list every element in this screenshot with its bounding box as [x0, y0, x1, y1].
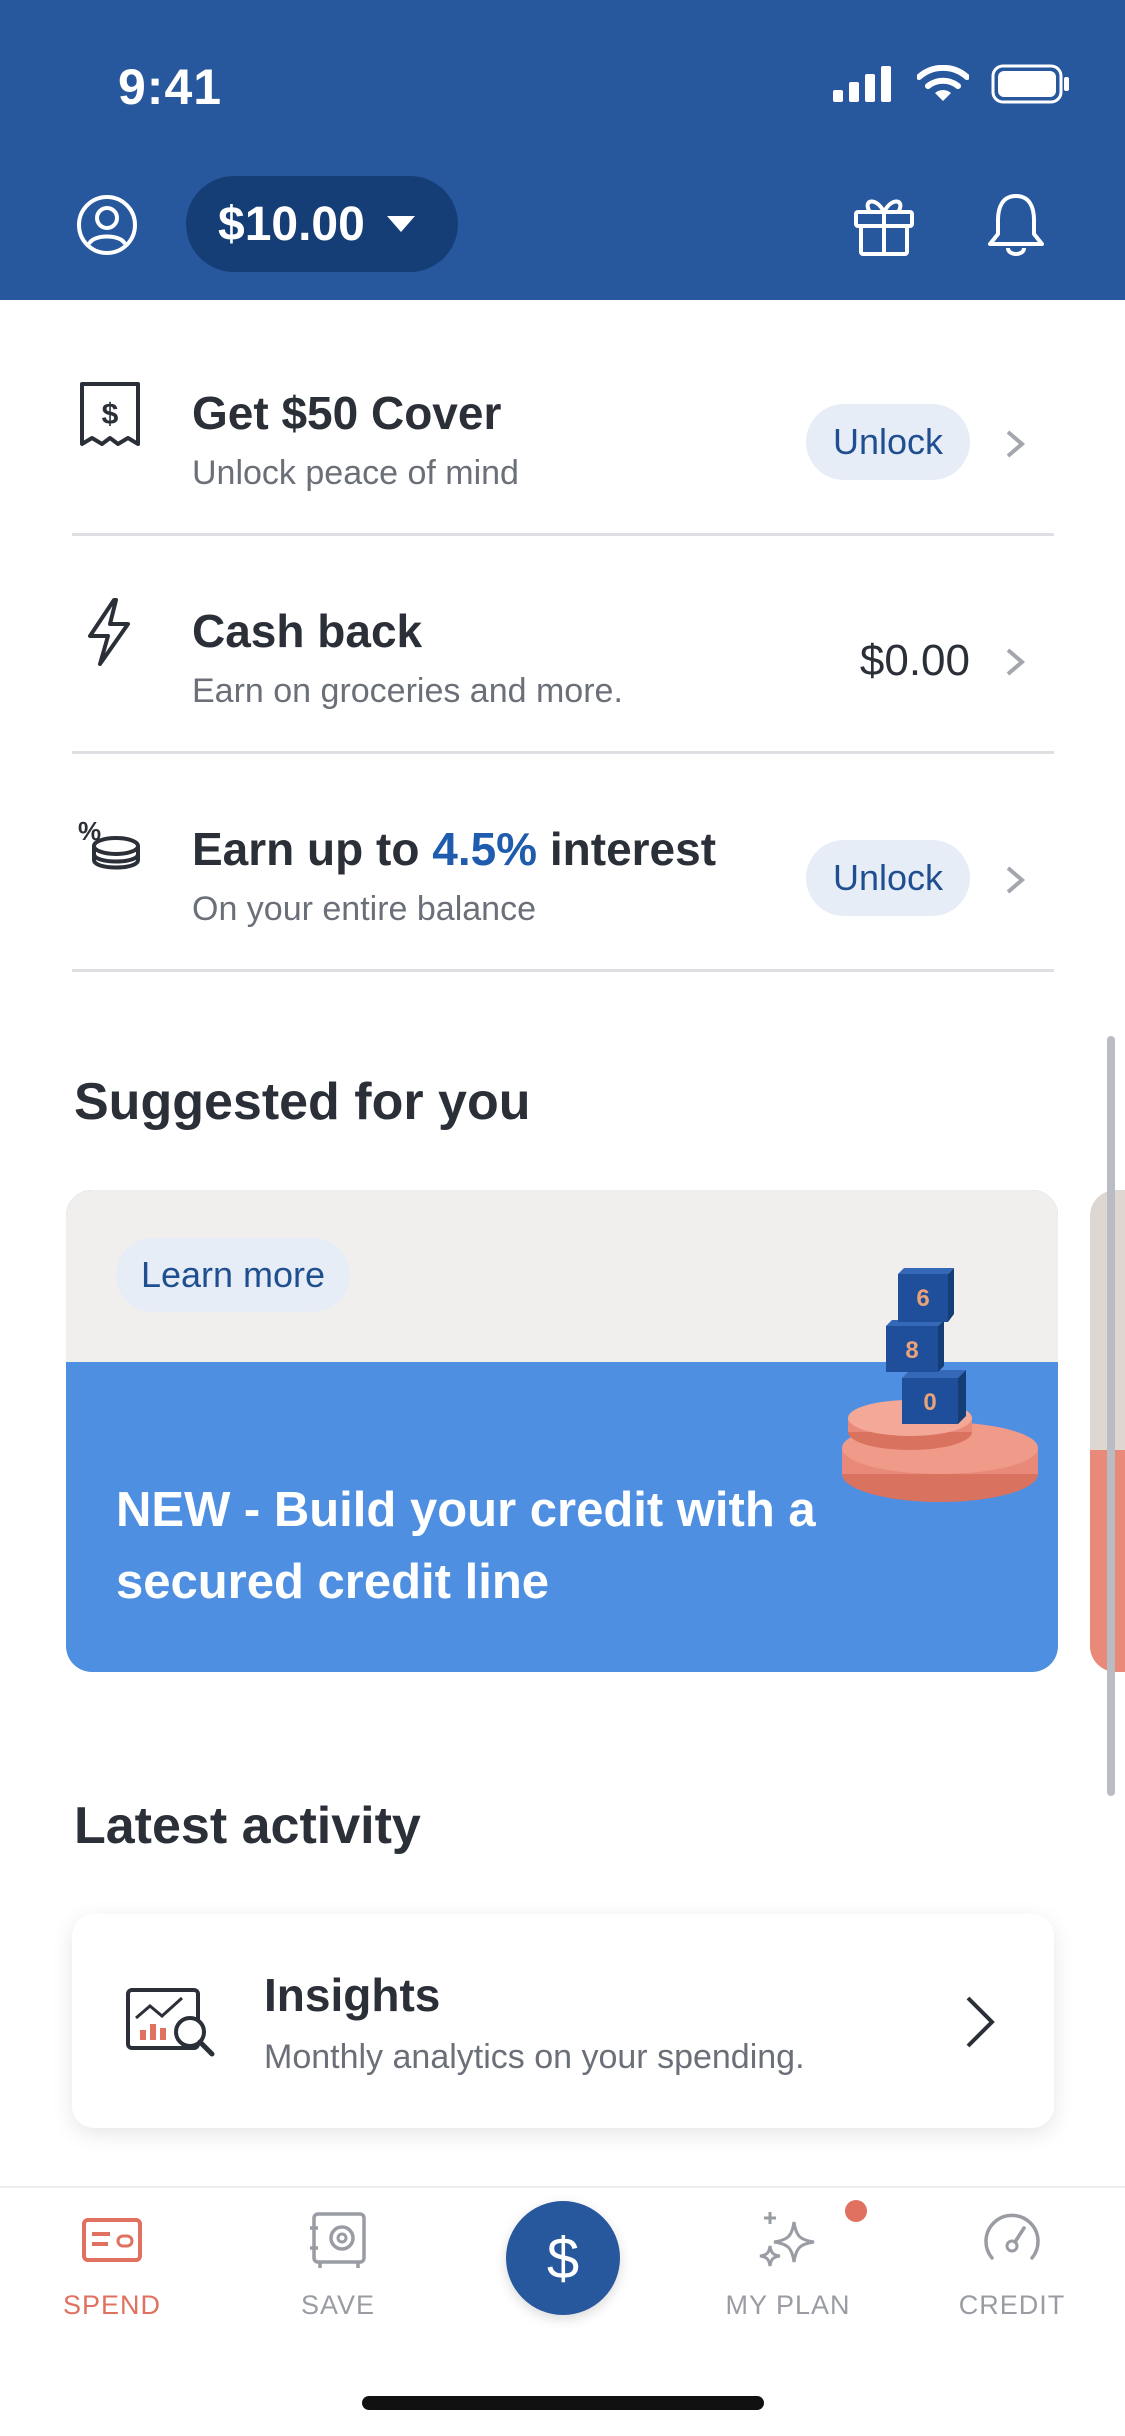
insights-card[interactable]: Insights Monthly analytics on your spend… [72, 1914, 1054, 2128]
balance-dropdown[interactable]: $10.00 [186, 176, 458, 272]
profile-icon[interactable] [76, 194, 138, 256]
score-digit: 0 [923, 1389, 936, 1416]
svg-text:$: $ [102, 398, 119, 431]
percent-coins-icon: % [78, 816, 140, 870]
status-icons [833, 64, 1071, 104]
feature-subtitle: Unlock peace of mind [192, 454, 519, 492]
cashback-amount: $0.00 [859, 636, 970, 685]
feature-title: Get $50 Cover [192, 387, 502, 439]
feature-subtitle: On your entire balance [192, 890, 536, 928]
feature-row-cover[interactable]: $ Get $50 Cover Unlock peace of mind Unl… [72, 318, 1054, 536]
lightning-icon [88, 598, 130, 666]
battery-icon [991, 64, 1069, 104]
learn-more-button[interactable]: Learn more [116, 1238, 350, 1312]
insights-subtitle: Monthly analytics on your spending. [264, 2038, 805, 2076]
tab-label: SPEND [62, 2290, 162, 2320]
notification-dot [845, 2200, 867, 2222]
insights-title: Insights [264, 1969, 441, 2021]
chevron-right-icon [966, 1996, 995, 2048]
score-digit: 6 [916, 1285, 929, 1312]
balance-amount: $10.00 [218, 197, 365, 251]
scrollbar[interactable] [1107, 1036, 1115, 1796]
chevron-right-icon [1006, 648, 1026, 676]
gift-icon[interactable] [852, 192, 916, 258]
tab-credit[interactable]: CREDIT [912, 2188, 1112, 2358]
status-time: 9:41 [118, 59, 223, 115]
unlock-button[interactable]: Unlock [806, 840, 970, 916]
feature-row-cashback[interactable]: Cash back Earn on groceries and more. $0… [72, 536, 1054, 754]
analytics-icon [126, 1988, 215, 2057]
section-title-latest: Latest activity [74, 1797, 421, 1855]
receipt-dollar-icon: $ [80, 382, 140, 446]
unlock-button[interactable]: Unlock [806, 404, 970, 480]
tab-save[interactable]: SAVE [238, 2188, 438, 2358]
safe-icon [310, 2212, 366, 2268]
dollar-icon: $ [546, 2225, 580, 2291]
tab-label: SAVE [300, 2290, 376, 2320]
tab-label: MY PLAN [725, 2290, 851, 2320]
caret-down-icon [386, 216, 415, 232]
feature-subtitle: Earn on groceries and more. [192, 672, 623, 710]
feature-title: Cash back [192, 605, 423, 657]
bell-icon[interactable] [986, 190, 1046, 258]
promo-card[interactable]: Learn more NEW - Build your credit with … [66, 1190, 1058, 1672]
interest-rate: 4.5% [432, 823, 538, 875]
app-header: 9:41 $10.00 [0, 0, 1125, 300]
gauge-icon [984, 2213, 1040, 2260]
title-prefix: Earn up to [192, 823, 433, 875]
score-digit: 8 [905, 1337, 918, 1364]
credit-score-illustration: 0 8 6 [842, 1268, 1038, 1502]
chevron-right-icon [1006, 866, 1026, 894]
wifi-icon [917, 65, 969, 101]
promo-text: NEW - Build your credit with a secured c… [116, 1483, 816, 1609]
signal-icon [833, 66, 891, 102]
home-indicator [362, 2396, 764, 2410]
feature-row-interest[interactable]: % Earn up to 4.5% interest On your entir… [72, 754, 1054, 972]
sparkles-icon [759, 2212, 815, 2267]
chevron-right-icon [1006, 430, 1026, 458]
dollar-action-button[interactable]: $ [506, 2201, 620, 2315]
title-suffix: interest [537, 823, 717, 875]
section-title-suggested: Suggested for you [74, 1073, 531, 1131]
feature-title: Earn up to 4.5% interest [192, 822, 716, 876]
card-icon [82, 2218, 142, 2262]
tab-label: CREDIT [958, 2290, 1066, 2320]
tab-spend[interactable]: SPEND [12, 2188, 212, 2358]
